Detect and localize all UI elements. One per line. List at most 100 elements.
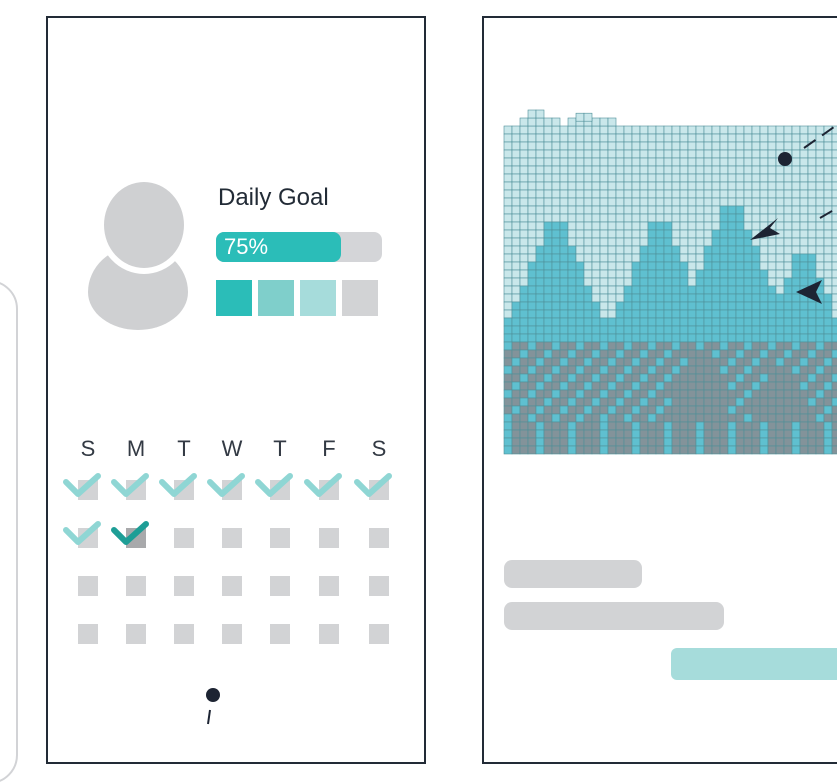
forest-pixel <box>743 189 753 199</box>
forest-pixel <box>583 141 593 151</box>
calendar-day[interactable] <box>126 576 146 596</box>
forest-pixel <box>639 237 649 247</box>
forest-pixel <box>519 349 529 359</box>
calendar-day[interactable] <box>270 576 290 596</box>
calendar-day[interactable] <box>222 576 242 596</box>
calendar-day[interactable] <box>369 528 389 548</box>
forest-pixel <box>767 197 777 207</box>
forest-pixel <box>607 437 617 447</box>
forest-pixel <box>783 357 793 367</box>
forest-pixel <box>591 341 601 351</box>
forest-pixel <box>719 181 729 191</box>
forest-pixel <box>719 173 729 183</box>
forest-pixel <box>751 349 761 359</box>
forest-pixel <box>535 197 545 207</box>
forest-pixel <box>535 317 545 327</box>
calendar-day[interactable] <box>78 624 98 644</box>
forest-pixel <box>743 445 753 455</box>
forest-pixel <box>759 189 769 199</box>
forest-pixel <box>511 413 521 423</box>
forest-pixel <box>591 373 601 383</box>
forest-pixel <box>519 389 529 399</box>
forest-pixel <box>799 381 809 391</box>
forest-pixel <box>535 245 545 255</box>
forest-pixel <box>823 365 833 375</box>
calendar-day[interactable] <box>174 576 194 596</box>
forest-pixel <box>615 245 625 255</box>
forest-pixel <box>751 261 761 271</box>
calendar-day[interactable] <box>369 576 389 596</box>
forest-pixel <box>551 157 561 167</box>
primary-action-button[interactable] <box>671 648 837 680</box>
forest-pixel <box>807 341 817 351</box>
forest-pixel <box>751 381 761 391</box>
forest-pixel <box>607 125 617 135</box>
forest-pixel <box>743 365 753 375</box>
forest-pixel <box>607 133 617 143</box>
forest-pixel <box>631 253 641 263</box>
forest-pixel <box>767 445 777 455</box>
forest-pixel <box>655 157 665 167</box>
forest-pixel <box>783 365 793 375</box>
goal-swatch <box>216 280 252 316</box>
forest-pixel <box>503 245 513 255</box>
forest-pixel <box>711 253 721 263</box>
calendar-day[interactable] <box>174 624 194 644</box>
forest-pixel <box>743 261 753 271</box>
forest-pixel <box>695 229 705 239</box>
forest-pixel <box>631 221 641 231</box>
forest-pixel <box>711 197 721 207</box>
forest-pixel <box>703 373 713 383</box>
forest-pixel <box>727 373 737 383</box>
forest-pixel <box>695 437 705 447</box>
forest-pixel <box>655 237 665 247</box>
forest-pixel <box>647 141 657 151</box>
callout-arrows <box>750 123 837 304</box>
forest-pixel <box>711 261 721 271</box>
calendar-day[interactable] <box>126 624 146 644</box>
forest-pixel <box>727 205 737 215</box>
calendar-day[interactable] <box>319 528 339 548</box>
forest-pixel <box>775 173 785 183</box>
forest-pixel <box>823 445 833 455</box>
forest-pixel <box>679 213 689 223</box>
forest-pixel <box>671 365 681 375</box>
forest-pixel <box>703 445 713 455</box>
calendar-day[interactable] <box>319 624 339 644</box>
forest-pixel <box>735 309 745 319</box>
forest-pixel <box>615 365 625 375</box>
forest-pixel <box>551 365 561 375</box>
calendar-day[interactable] <box>222 528 242 548</box>
forest-pixel <box>647 237 657 247</box>
forest-pixel <box>671 277 681 287</box>
forest-pixel <box>511 317 521 327</box>
forest-pixel <box>535 173 545 183</box>
weekday-label: W <box>221 436 243 461</box>
forest-pixel <box>623 333 633 343</box>
calendar-day[interactable] <box>319 576 339 596</box>
forest-pixel <box>727 413 737 423</box>
forest-pixel <box>631 173 641 183</box>
forest-pixel <box>735 173 745 183</box>
forest-pixel <box>695 197 705 207</box>
forest-pixel <box>511 381 521 391</box>
forest-pixel <box>583 221 593 231</box>
forest-pixel <box>807 429 817 439</box>
calendar-day[interactable] <box>222 624 242 644</box>
forest-pixel <box>615 437 625 447</box>
calendar-day[interactable] <box>78 576 98 596</box>
calendar-day[interactable] <box>369 624 389 644</box>
forest-pixel <box>743 429 753 439</box>
forest-pixel <box>591 293 601 303</box>
forest-pixel <box>647 125 657 135</box>
forest-pixel <box>767 317 777 327</box>
forest-pixel <box>519 405 529 415</box>
forest-pixel <box>503 229 513 239</box>
calendar-day[interactable] <box>174 528 194 548</box>
calendar-day[interactable] <box>270 528 290 548</box>
forest-pixel <box>559 397 569 407</box>
calendar-day[interactable] <box>270 624 290 644</box>
forest-pixel <box>727 141 737 151</box>
forest-pixel <box>663 157 673 167</box>
forest-pixel <box>527 293 537 303</box>
